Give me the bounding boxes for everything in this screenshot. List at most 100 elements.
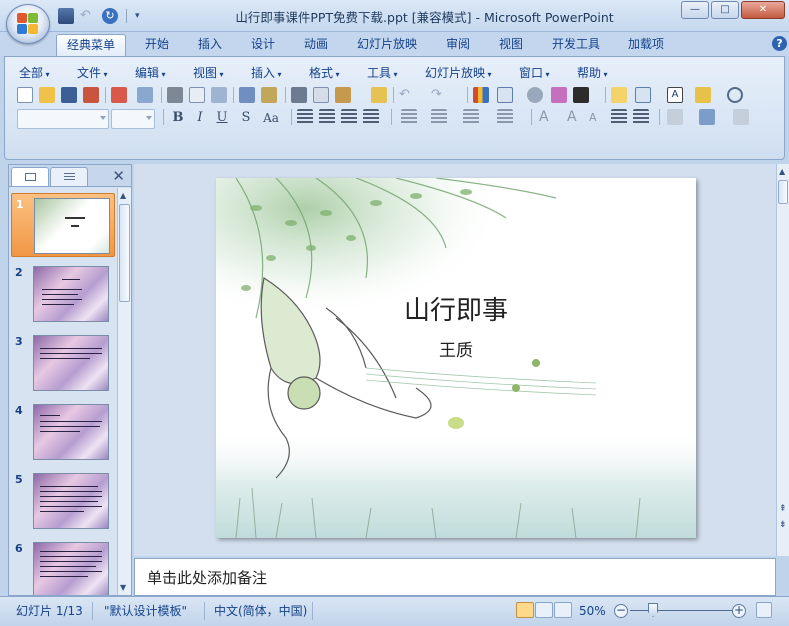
copy-icon[interactable] xyxy=(313,87,329,103)
minimize-button[interactable]: — xyxy=(681,1,709,19)
tab-view[interactable]: 视图 xyxy=(499,34,523,56)
close-pane-icon[interactable]: ✕ xyxy=(112,167,125,185)
print-preview-icon[interactable] xyxy=(189,87,205,103)
scroll-down-icon[interactable]: ▼ xyxy=(120,583,126,592)
tab-animation[interactable]: 动画 xyxy=(304,34,328,56)
new-icon[interactable] xyxy=(17,87,33,103)
tab-classic-menu[interactable]: 经典菜单 xyxy=(56,34,127,56)
slideshow-view-button[interactable] xyxy=(554,602,572,618)
zoom-icon[interactable] xyxy=(727,87,743,103)
slide-scrollbar[interactable]: ▲ ⇞ ⇟ xyxy=(776,164,789,556)
thumbnail-slide-1[interactable]: 1 xyxy=(11,193,115,257)
menu-insert[interactable]: 插入 xyxy=(251,64,282,81)
thumbnail-slide-5[interactable]: 5 xyxy=(11,469,115,533)
tab-developer[interactable]: 开发工具 xyxy=(552,34,600,56)
tab-review[interactable]: 审阅 xyxy=(446,34,470,56)
previous-slide-icon[interactable]: ⇞ xyxy=(779,504,787,514)
line-spacing-icon[interactable] xyxy=(401,109,417,125)
normal-view-button[interactable] xyxy=(516,602,534,618)
research-icon[interactable] xyxy=(261,87,277,103)
notes-pane[interactable]: 单击此处添加备注 xyxy=(134,558,776,596)
scrollbar-thumb[interactable] xyxy=(119,204,130,302)
theme-name[interactable]: "默认设计模板" xyxy=(104,601,187,621)
folder-icon[interactable] xyxy=(695,87,711,103)
menu-view[interactable]: 视图 xyxy=(193,64,224,81)
columns-icon[interactable] xyxy=(431,109,447,125)
publish-icon[interactable] xyxy=(137,87,153,103)
language-indicator[interactable]: 中文(简体，中国) xyxy=(214,601,307,621)
change-case-button[interactable]: Aa xyxy=(259,109,283,127)
increase-indent-icon[interactable] xyxy=(633,109,649,125)
menu-window[interactable]: 窗口 xyxy=(519,64,550,81)
font-color-icon[interactable]: A xyxy=(539,109,555,125)
justify-icon[interactable] xyxy=(363,109,379,125)
thumbnail-slide-3[interactable]: 3 xyxy=(11,331,115,395)
new-slide-icon[interactable] xyxy=(611,87,627,103)
color-icon[interactable] xyxy=(551,87,567,103)
numbering-icon[interactable] xyxy=(463,109,479,125)
office-button[interactable] xyxy=(6,4,50,44)
tab-home[interactable]: 开始 xyxy=(145,34,169,56)
shapes-icon[interactable] xyxy=(667,109,683,125)
scroll-up-icon[interactable]: ▲ xyxy=(779,167,785,176)
grow-font-icon[interactable]: A xyxy=(567,109,583,125)
menu-tools[interactable]: 工具 xyxy=(367,64,398,81)
scrollbar-thumb[interactable] xyxy=(778,180,788,204)
paste-icon[interactable] xyxy=(335,87,351,103)
chart-icon[interactable] xyxy=(473,87,489,103)
shadow-button[interactable]: S xyxy=(237,109,255,127)
spelling-icon[interactable] xyxy=(239,87,255,103)
italic-button[interactable]: I xyxy=(191,109,209,127)
slide-icon[interactable] xyxy=(211,87,227,103)
arrange-icon[interactable] xyxy=(699,109,715,125)
tab-addins[interactable]: 加载项 xyxy=(628,34,664,56)
shrink-font-icon[interactable]: A xyxy=(589,109,605,125)
bullets-icon[interactable] xyxy=(497,109,513,125)
font-name-combo[interactable] xyxy=(17,109,109,129)
cut-icon[interactable] xyxy=(291,87,307,103)
quick-styles-icon[interactable] xyxy=(733,109,749,125)
thumbnail-slide-6[interactable]: 6 xyxy=(11,538,115,595)
menu-file[interactable]: 文件 xyxy=(77,64,108,81)
table-icon[interactable] xyxy=(497,87,513,103)
open-icon[interactable] xyxy=(39,87,55,103)
tab-design[interactable]: 设计 xyxy=(251,34,275,56)
decrease-indent-icon[interactable] xyxy=(611,109,627,125)
maximize-button[interactable]: □ xyxy=(711,1,739,19)
tab-insert[interactable]: 插入 xyxy=(198,34,222,56)
fit-to-window-icon[interactable] xyxy=(756,602,772,618)
tab-outline[interactable] xyxy=(50,167,88,186)
underline-button[interactable]: U xyxy=(213,109,231,127)
save-icon[interactable] xyxy=(61,87,77,103)
align-center-icon[interactable] xyxy=(319,109,335,125)
slide-sorter-view-button[interactable] xyxy=(535,602,553,618)
zoom-level[interactable]: 50% xyxy=(579,601,606,621)
next-slide-icon[interactable]: ⇟ xyxy=(779,520,787,530)
close-button[interactable]: ✕ xyxy=(741,1,785,19)
slide-subtitle[interactable]: 王质 xyxy=(216,336,696,361)
help-icon[interactable]: ? xyxy=(772,36,787,51)
align-left-icon[interactable] xyxy=(297,109,313,125)
font-size-combo[interactable] xyxy=(111,109,155,129)
zoom-in-icon[interactable]: + xyxy=(732,604,746,618)
tab-slides[interactable] xyxy=(11,167,49,186)
text-box-icon[interactable]: A xyxy=(667,87,683,103)
menu-all[interactable]: 全部 xyxy=(19,64,50,81)
layout-icon[interactable] xyxy=(635,87,651,103)
zoom-out-icon[interactable]: − xyxy=(614,604,628,618)
align-right-icon[interactable] xyxy=(341,109,357,125)
print-icon[interactable] xyxy=(167,87,183,103)
slide-title[interactable]: 山行即事 xyxy=(216,290,696,327)
thumbnail-slide-2[interactable]: 2 xyxy=(11,262,115,326)
hyperlink-icon[interactable] xyxy=(527,87,543,103)
scroll-up-icon[interactable]: ▲ xyxy=(120,191,126,200)
menu-edit[interactable]: 编辑 xyxy=(135,64,166,81)
menu-slideshow[interactable]: 幻灯片放映 xyxy=(425,64,492,81)
email-icon[interactable] xyxy=(111,87,127,103)
thumbnail-scrollbar[interactable]: ▲ ▼ xyxy=(117,188,131,595)
menu-format[interactable]: 格式 xyxy=(309,64,340,81)
tab-slideshow[interactable]: 幻灯片放映 xyxy=(357,34,417,56)
grayscale-icon[interactable] xyxy=(573,87,589,103)
permission-icon[interactable] xyxy=(83,87,99,103)
menu-help[interactable]: 帮助 xyxy=(577,64,608,81)
